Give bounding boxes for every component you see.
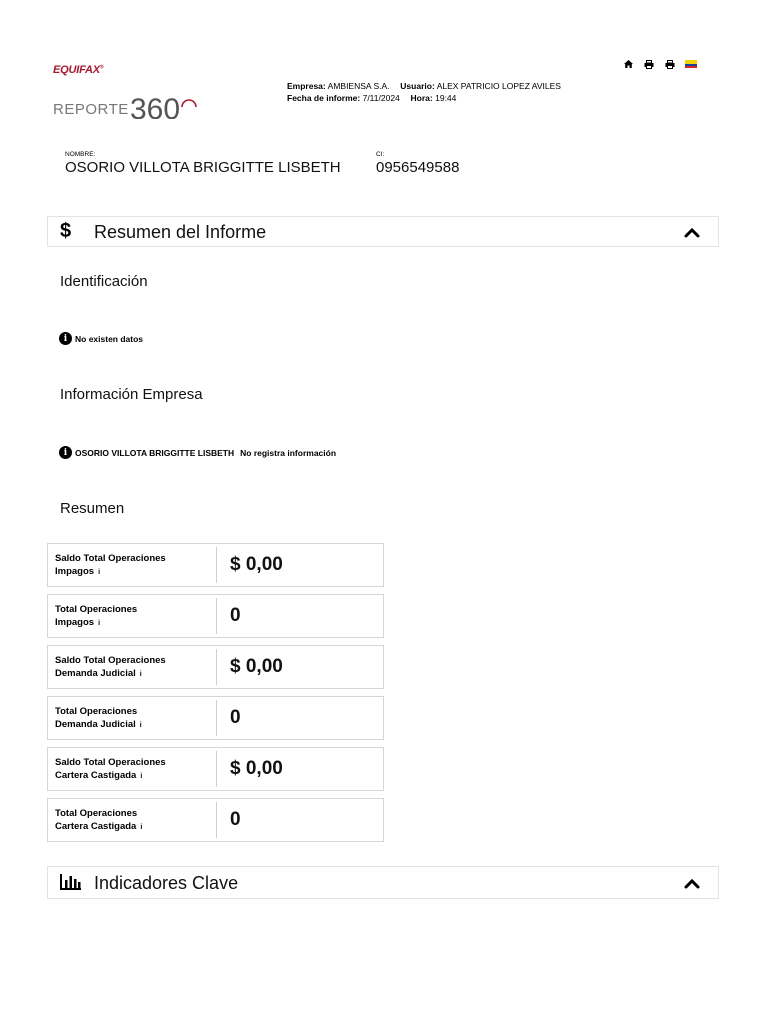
info-icon: i <box>59 332 72 345</box>
empresa-message: i OSORIO VILLOTA BRIGGITTE LISBETH No reg… <box>59 446 336 459</box>
card-label: Total Operaciones Cartera Castigada i <box>55 808 143 832</box>
ci-label: CI: <box>376 151 385 158</box>
toolbar <box>622 58 697 70</box>
home-icon[interactable] <box>622 58 634 70</box>
info-tooltip-icon[interactable]: i <box>98 569 100 576</box>
card-label: Total Operaciones Demanda Judicial i <box>55 706 142 730</box>
info-icon: i <box>59 446 72 459</box>
resumen-informe-header[interactable]: $ Resumen del Informe <box>47 216 719 247</box>
card-label: Saldo Total Operaciones Demanda Judicial i <box>55 655 166 679</box>
reporte-360-logo: REPORTE 360 <box>53 93 200 119</box>
info-tooltip-icon[interactable]: i <box>140 773 142 780</box>
print-icon[interactable] <box>643 58 655 70</box>
summary-card: Total Operaciones Demanda Judicial i 0 <box>47 696 384 740</box>
dollar-icon: $ <box>60 220 72 242</box>
resumen-informe-title: Resumen del Informe <box>94 222 267 242</box>
indicadores-clave-title: Indicadores Clave <box>94 873 239 893</box>
usuario-value: ALEX PATRICIO LOPEZ AVILES <box>436 81 561 91</box>
equifax-logo: EQUIFAX® <box>53 64 104 76</box>
reporte-logo-word: REPORTE <box>53 101 129 118</box>
logo-360-mark: 360 <box>130 93 197 119</box>
svg-text:360: 360 <box>130 93 180 119</box>
identificacion-message: i No existen datos <box>59 332 143 345</box>
nombre-value: OSORIO VILLOTA BRIGGITTE LISBETH <box>65 159 341 176</box>
card-label: Saldo Total Operaciones Cartera Castigada… <box>55 757 166 781</box>
divider <box>216 598 217 634</box>
ecuador-flag-icon[interactable] <box>685 58 697 70</box>
hora-label: Hora: <box>410 93 433 103</box>
empresa-label: Empresa: <box>287 81 326 91</box>
info-tooltip-icon[interactable]: i <box>140 671 142 678</box>
resumen-title: Resumen <box>60 500 125 517</box>
divider <box>216 700 217 736</box>
chevron-up-icon[interactable] <box>684 225 700 243</box>
chevron-up-icon[interactable] <box>684 876 700 894</box>
hora-value: 19:44 <box>435 93 457 103</box>
card-label: Saldo Total Operaciones Impagos i <box>55 553 166 577</box>
info-tooltip-icon[interactable]: i <box>140 824 142 831</box>
identificacion-title: Identificación <box>60 273 148 290</box>
divider <box>216 547 217 583</box>
summary-card: Total Operaciones Impagos i 0 <box>47 594 384 638</box>
info-tooltip-icon[interactable]: i <box>140 722 142 729</box>
info-tooltip-icon[interactable]: i <box>98 620 100 627</box>
summary-card: Total Operaciones Cartera Castigada i 0 <box>47 798 384 842</box>
divider <box>216 751 217 787</box>
indicadores-clave-header[interactable]: Indicadores Clave <box>47 866 719 899</box>
card-value: 0 <box>230 605 241 626</box>
card-value: $ 0,00 <box>230 554 283 575</box>
report-meta: Empresa: AMBIENSA S.A. Usuario: ALEX PAT… <box>287 80 561 104</box>
fecha-label: Fecha de informe: <box>287 93 361 103</box>
nombre-label: NOMBRE: <box>65 151 96 158</box>
summary-card: Saldo Total Operaciones Demanda Judicial i… <box>47 645 384 689</box>
summary-card: Saldo Total Operaciones Cartera Castigada… <box>47 747 384 791</box>
divider <box>216 802 217 838</box>
usuario-label: Usuario: <box>400 81 435 91</box>
card-label: Total Operaciones Impagos i <box>55 604 138 628</box>
bar-chart-icon <box>60 873 82 896</box>
fecha-value: 7/11/2024 <box>362 93 400 103</box>
summary-card: Saldo Total Operaciones Impagos i $ 0,00 <box>47 543 384 587</box>
card-value: 0 <box>230 707 241 728</box>
divider <box>216 649 217 685</box>
card-value: $ 0,00 <box>230 656 283 677</box>
informacion-empresa-title: Información Empresa <box>60 386 203 403</box>
card-value: 0 <box>230 809 241 830</box>
ci-value: 0956549588 <box>376 159 460 176</box>
empresa-value: AMBIENSA S.A. <box>327 81 390 91</box>
print-icon[interactable] <box>664 58 676 70</box>
card-value: $ 0,00 <box>230 758 283 779</box>
